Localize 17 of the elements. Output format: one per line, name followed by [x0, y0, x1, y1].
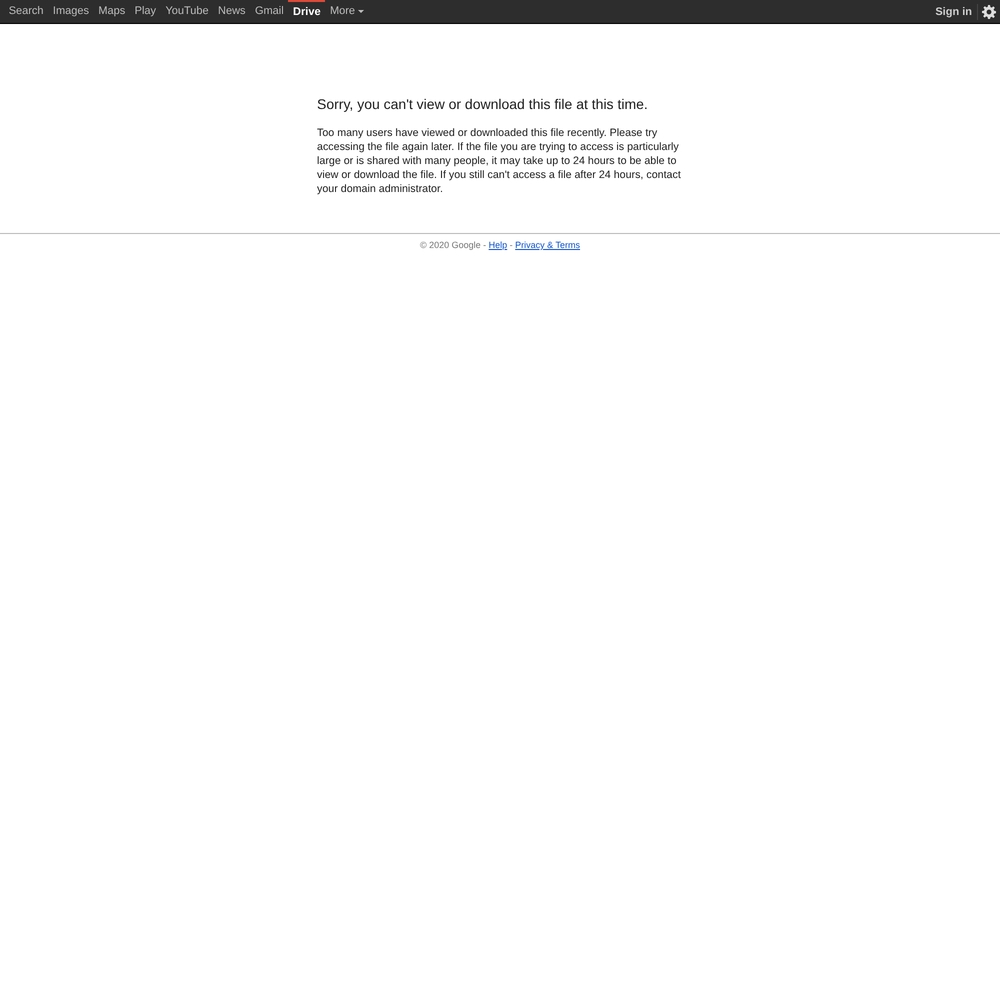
error-message: Too many users have viewed or downloaded this file recently. Please try accessing the file again later. If the file you are trying to access is particularly large or is shared with many people, it may take up to 24 hours to be able to view or download the file. If you still can't access a file after 24 hours, contact your domain administrator.: [317, 126, 682, 196]
nav-link[interactable]: Images: [48, 0, 94, 23]
footer-text: © 2020 Google - Help - Privacy & Terms: [420, 240, 580, 250]
nav-link[interactable]: Drive: [288, 0, 326, 23]
nav-link[interactable]: Play: [130, 0, 161, 23]
footer-link[interactable]: Help: [488, 240, 508, 250]
nav-link[interactable]: Gmail: [250, 0, 288, 23]
settings-icon[interactable]: [982, 4, 996, 18]
nav-link[interactable]: Maps: [94, 0, 130, 23]
caret-icon: [358, 10, 364, 13]
error-title: Sorry, you can't view or download this file at this time.: [317, 96, 649, 113]
nav-link[interactable]: More: [325, 0, 369, 23]
sign-in-link[interactable]: Sign in: [930, 4, 978, 20]
footer-link[interactable]: Privacy & Terms: [515, 240, 580, 250]
nav-link[interactable]: News: [213, 0, 250, 23]
nav-link[interactable]: YouTube: [160, 0, 214, 23]
nav-link[interactable]: Search: [4, 0, 48, 23]
